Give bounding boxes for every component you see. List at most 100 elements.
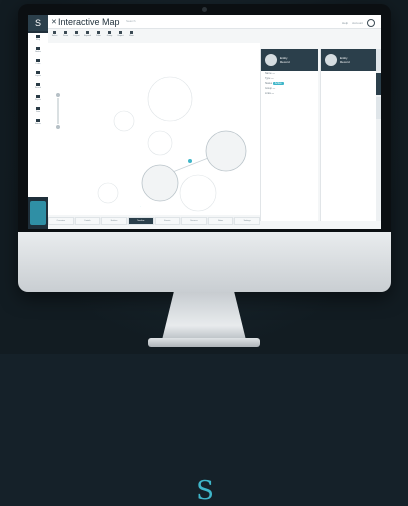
app-title: Interactive Map	[58, 17, 120, 27]
details-panel-header: Entity Record	[321, 49, 376, 71]
sidebar-list: Map Nodes Links Layers Search Report Dat…	[28, 33, 48, 197]
sidebar-action-button[interactable]	[30, 201, 46, 225]
monitor-stand-base	[148, 338, 260, 347]
layers-icon	[36, 71, 40, 74]
tool-label: Expand	[84, 35, 91, 37]
side-tab-active[interactable]	[376, 73, 381, 95]
admin-icon	[36, 119, 40, 122]
sidebar-item-label: Map	[36, 39, 40, 41]
side-tab[interactable]	[376, 49, 381, 71]
tool-label: Export	[117, 35, 124, 37]
sidebar-item[interactable]: Report	[28, 93, 48, 103]
sidebar-item[interactable]: Nodes	[28, 45, 48, 55]
row-value: —	[271, 92, 275, 95]
tab[interactable]: Events	[154, 217, 181, 225]
tool-label: Layout	[73, 35, 80, 37]
tool-button[interactable]: Zoom	[61, 31, 70, 41]
filter-icon	[97, 31, 100, 34]
data-icon	[36, 107, 40, 110]
sidebar-item[interactable]: Search	[28, 81, 48, 91]
tool-label: More	[129, 35, 134, 37]
monitor-stand	[162, 292, 246, 340]
network-graph[interactable]: ·	[48, 43, 260, 215]
row-label: Name	[265, 72, 272, 75]
sidebar-item-label: Search	[34, 87, 42, 89]
row-label: Status	[265, 82, 273, 85]
tool-label: Zoom	[62, 35, 69, 37]
tab[interactable]: Notes	[207, 217, 234, 225]
tool-button[interactable]: Expand	[83, 31, 92, 41]
select-icon	[53, 31, 56, 34]
tab[interactable]: Details	[74, 217, 101, 225]
sidebar-item[interactable]: Layers	[28, 69, 48, 79]
sidebar-item-label: Admin	[35, 123, 41, 125]
tab[interactable]: Overview	[48, 217, 74, 225]
cluster-node	[97, 182, 119, 204]
details-avatar	[325, 54, 337, 66]
expand-icon	[86, 31, 89, 34]
selected-node	[141, 164, 179, 202]
sidebar-item[interactable]: Admin	[28, 117, 48, 127]
tool-button[interactable]: Filter	[94, 31, 103, 41]
zoom-icon	[64, 31, 67, 34]
selected-node	[205, 130, 247, 172]
entity-panel-header: Entity Record	[261, 49, 318, 71]
cluster-node	[179, 174, 217, 212]
entity-avatar	[265, 54, 277, 66]
row-label: Group	[265, 87, 272, 90]
tool-button[interactable]: Layout	[72, 31, 81, 41]
status-badge: Active	[272, 82, 284, 85]
side-tabs	[376, 49, 381, 221]
tool-button[interactable]: Export	[116, 31, 125, 41]
entity-subtitle: Record	[280, 60, 290, 64]
tab[interactable]: Settings	[234, 217, 260, 225]
tool-button[interactable]: More	[127, 31, 136, 41]
map-canvas[interactable]: ·	[48, 43, 260, 215]
help-link[interactable]: Help	[342, 21, 348, 25]
entity-row: Links —	[261, 91, 318, 96]
row-value: —	[272, 72, 275, 75]
search-icon	[36, 83, 40, 86]
account-link[interactable]: Account	[352, 21, 363, 25]
report-icon	[36, 95, 40, 98]
layout-icon	[75, 31, 78, 34]
sidebar-item-label: Report	[34, 99, 41, 101]
tab[interactable]: Sources	[181, 217, 207, 225]
nodes-icon	[36, 47, 40, 50]
top-bar: ✕ Interactive Map Search Help Account	[48, 15, 381, 29]
left-sidebar: S Map Nodes Links Layers Search Report D…	[28, 15, 48, 229]
row-value: —	[272, 87, 276, 90]
row-label: Links	[265, 92, 271, 95]
zoom-control	[56, 93, 60, 129]
screen: S Map Nodes Links Layers Search Report D…	[28, 15, 381, 229]
details-panel: Entity Record	[320, 49, 376, 221]
tool-button[interactable]: Group	[105, 31, 114, 41]
link-handle	[188, 159, 192, 163]
row-value: —	[271, 77, 274, 80]
sidebar-item-label: Nodes	[35, 51, 41, 53]
sidebar-item[interactable]: Map	[28, 33, 48, 43]
group-icon	[108, 31, 111, 34]
app-logo-icon[interactable]: S	[28, 15, 48, 31]
export-icon	[119, 31, 122, 34]
top-right-controls: Help Account	[342, 19, 375, 27]
tool-label: Group	[106, 35, 113, 37]
avatar[interactable]	[367, 19, 375, 27]
camera	[202, 7, 207, 12]
more-icon	[130, 31, 133, 34]
search-input[interactable]: Search	[126, 19, 166, 25]
tab-active[interactable]: Timeline	[127, 217, 154, 225]
side-tab[interactable]	[376, 97, 381, 119]
tab[interactable]: Entities	[101, 217, 127, 225]
sidebar-item-label: Data	[35, 111, 41, 113]
brand-logo-icon: S	[196, 476, 214, 506]
sidebar-item[interactable]: Data	[28, 105, 48, 115]
details-subtitle: Record	[340, 60, 350, 64]
monitor-chin: S	[18, 232, 391, 504]
tool-label: Select	[51, 35, 58, 37]
tool-button[interactable]: Select	[50, 31, 59, 41]
node-label: ·	[140, 204, 141, 208]
toolbar: Select Zoom Layout Expand Filter Group E…	[50, 31, 160, 41]
cluster-node	[113, 110, 135, 132]
sidebar-item[interactable]: Links	[28, 57, 48, 67]
